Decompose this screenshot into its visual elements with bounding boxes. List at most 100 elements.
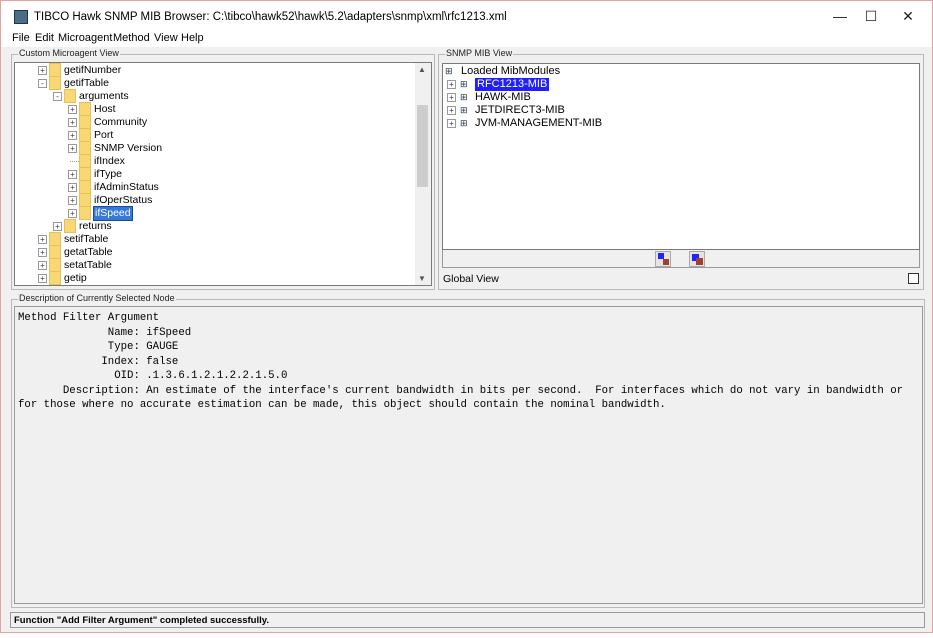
expand-icon[interactable]: + xyxy=(53,222,62,231)
expand-icon[interactable]: + xyxy=(38,274,47,283)
microagent-tree[interactable]: ▲ ▼ + getifNumber - getifTable - arguments + Ho… xyxy=(14,62,432,286)
folder-icon xyxy=(79,128,91,142)
collapse-icon[interactable]: - xyxy=(53,92,62,101)
tree-node-label: getip xyxy=(64,272,87,284)
tree-node[interactable]: + setatTable xyxy=(15,258,415,272)
tree-node[interactable]: + getatTable xyxy=(15,245,415,259)
folder-icon xyxy=(79,180,91,194)
tree-node[interactable]: + ifType xyxy=(15,167,415,181)
tree-node[interactable]: + setifTable xyxy=(15,232,415,246)
menu-microagent[interactable]: Microagent xyxy=(58,32,112,44)
expand-icon[interactable]: + xyxy=(447,106,456,115)
scroll-up-icon[interactable]: ▲ xyxy=(418,65,426,74)
window-title: TIBCO Hawk SNMP MIB Browser: C:\tibco\ha… xyxy=(34,11,507,23)
description-line: Type: GAUGE xyxy=(18,341,179,353)
collapse-icon[interactable]: - xyxy=(38,79,47,88)
expand-icon[interactable]: + xyxy=(447,119,456,128)
tree-node[interactable]: + getifNumber xyxy=(15,63,415,77)
expand-icon[interactable]: + xyxy=(68,131,77,140)
folder-icon xyxy=(49,245,61,259)
tree-node-label: SNMP Version xyxy=(94,142,163,154)
menu-bar: File Edit Microagent Method View Help xyxy=(1,31,932,47)
folder-icon xyxy=(64,89,76,103)
folder-icon xyxy=(79,102,91,116)
tree-node-label: setatTable xyxy=(64,259,112,271)
description-line: Method Filter Argument xyxy=(18,312,160,324)
tree-node[interactable]: + ifOperStatus xyxy=(15,193,415,207)
folder-icon xyxy=(79,141,91,155)
scroll-down-icon[interactable]: ▼ xyxy=(418,274,426,283)
expand-icon[interactable]: + xyxy=(68,105,77,114)
tree-node-label: ifSpeed xyxy=(93,206,133,221)
global-view-label: Global View xyxy=(443,273,499,285)
description-line: Description: An estimate of the interfac… xyxy=(18,384,904,397)
expand-tree-button[interactable] xyxy=(655,251,671,267)
expand-icon[interactable]: + xyxy=(38,248,47,257)
tree-node[interactable]: - arguments xyxy=(15,89,415,103)
tree-root-label: Loaded MibModules xyxy=(461,65,561,77)
panel-title: Custom Microagent View xyxy=(18,48,120,58)
panel-title: Description of Currently Selected Node xyxy=(18,293,176,303)
app-icon xyxy=(14,10,28,24)
description-line: Name: ifSpeed xyxy=(18,326,192,339)
menu-edit[interactable]: Edit xyxy=(35,32,54,44)
tree-node-label: setifTable xyxy=(64,233,109,245)
expand-icon[interactable]: + xyxy=(68,170,77,179)
tree-node-label: ifOperStatus xyxy=(94,194,153,206)
scroll-thumb[interactable] xyxy=(417,105,428,187)
folder-icon xyxy=(79,167,91,181)
description-line: for those where no accurate estimation c… xyxy=(18,399,666,411)
expand-icon[interactable]: + xyxy=(68,183,77,192)
mib-module-icon: ⊞ xyxy=(460,105,468,115)
expand-icon[interactable]: + xyxy=(68,144,77,153)
tree-node[interactable]: + Community xyxy=(15,115,415,129)
mib-module-label: JVM-MANAGEMENT-MIB xyxy=(475,117,603,129)
tree-node[interactable]: + Port xyxy=(15,128,415,142)
menu-view[interactable]: View xyxy=(154,32,178,44)
tree-node[interactable]: + Host xyxy=(15,102,415,116)
folder-icon xyxy=(49,63,61,77)
vertical-scrollbar[interactable]: ▲ ▼ xyxy=(415,63,431,285)
tree-node[interactable]: + ifAdminStatus xyxy=(15,180,415,194)
tree-node[interactable]: + SNMP Version xyxy=(15,141,415,155)
tree-node[interactable]: + getip xyxy=(15,271,415,285)
collapse-tree-button[interactable] xyxy=(689,251,705,267)
maximize-button[interactable]: ☐ xyxy=(854,5,888,27)
mib-tree[interactable]: ⊞ Loaded MibModules + ⊞ RFC1213-MIB + ⊞ HAWK-… xyxy=(442,63,920,250)
menu-help[interactable]: Help xyxy=(181,32,204,44)
expand-icon[interactable]: + xyxy=(38,66,47,75)
expand-icon[interactable]: + xyxy=(68,209,77,218)
expand-icon[interactable]: + xyxy=(38,235,47,244)
tree-node[interactable]: ifIndex xyxy=(15,154,415,168)
expand-icon[interactable]: + xyxy=(447,80,456,89)
folder-icon xyxy=(49,258,61,272)
tree-toolbar xyxy=(442,250,920,268)
tree-node-label: Host xyxy=(94,103,116,115)
menu-method[interactable]: Method xyxy=(113,32,150,44)
global-view-checkbox[interactable] xyxy=(908,273,919,284)
tree-node-label: ifAdminStatus xyxy=(94,181,159,193)
title-bar: TIBCO Hawk SNMP MIB Browser: C:\tibco\ha… xyxy=(1,1,932,31)
folder-icon xyxy=(79,115,91,129)
expand-icon[interactable]: + xyxy=(68,196,77,205)
folder-icon xyxy=(79,206,91,220)
tree-node-label: returns xyxy=(79,220,112,232)
description-text[interactable]: Method Filter Argument Name: ifSpeed Typ… xyxy=(14,306,923,604)
expand-icon[interactable]: + xyxy=(447,93,456,102)
mib-module-label: HAWK-MIB xyxy=(475,91,531,103)
tree-node-label: Community xyxy=(94,116,148,128)
mib-module-icon: ⊞ xyxy=(460,92,468,102)
minimize-button[interactable]: — xyxy=(823,5,857,27)
expand-icon[interactable]: + xyxy=(68,118,77,127)
expand-icon[interactable]: + xyxy=(38,261,47,270)
folder-icon xyxy=(79,154,91,168)
folder-icon xyxy=(49,271,61,285)
mib-module-label: RFC1213-MIB xyxy=(475,78,550,91)
tree-node-label: getatTable xyxy=(64,246,113,258)
mib-module-icon: ⊞ xyxy=(460,118,468,128)
description-line: Index: false xyxy=(18,355,179,368)
close-button[interactable]: ✕ xyxy=(891,5,925,27)
menu-file[interactable]: File xyxy=(12,32,30,44)
folder-icon xyxy=(49,232,61,246)
tree-node[interactable]: + returns xyxy=(15,219,415,233)
